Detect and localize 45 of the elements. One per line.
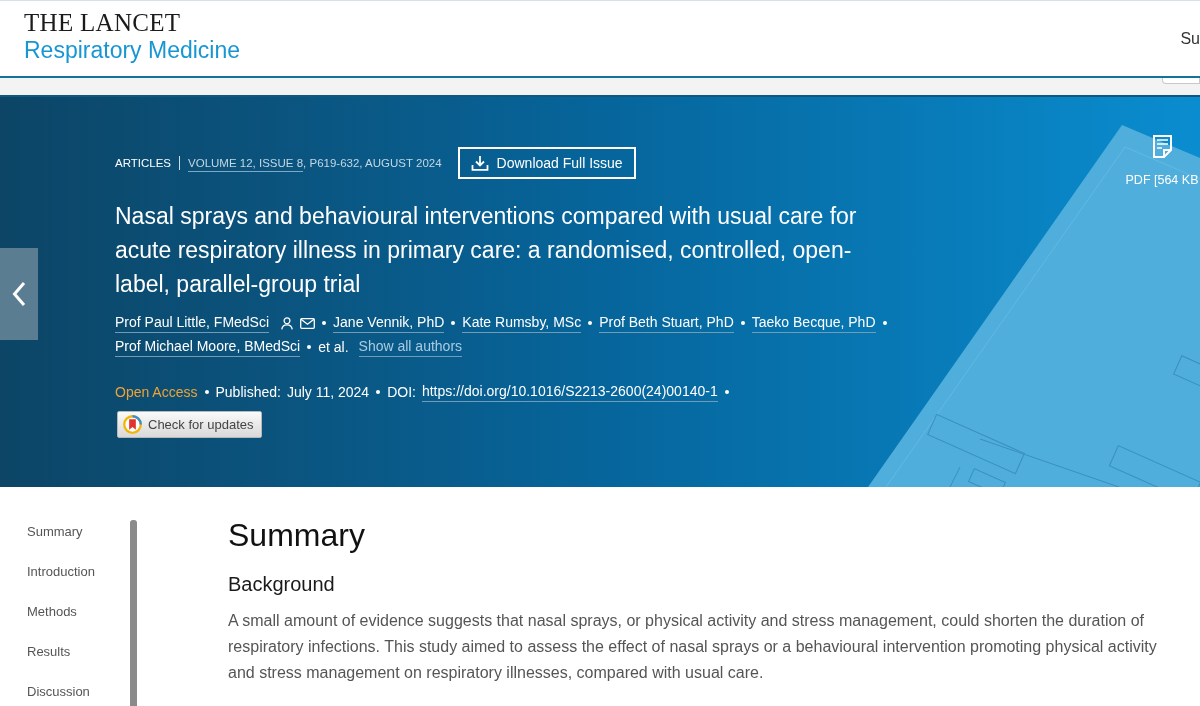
bullet-icon	[204, 390, 209, 394]
doi-label: DOI:	[387, 383, 416, 402]
mail-icon[interactable]	[300, 317, 316, 329]
abstract-paragraph: A small amount of evidence suggests that nasal sprays, or physical activity and stress management, could shorten the duration of respiratory infections. This study aimed to assess the effect of nasal sprays or a behavioural intervention promoting physical activity and stress management on respiratory illnesses, compared with usual care.	[228, 611, 1158, 683]
bookmark-badge-icon	[123, 415, 142, 434]
bullet-icon	[724, 390, 729, 394]
section-nav-item[interactable]: Methods	[27, 602, 77, 622]
author-link[interactable]: Prof Beth Stuart, PhD	[599, 313, 734, 333]
bullet-icon	[451, 321, 456, 325]
section-nav-item[interactable]: Introduction	[27, 562, 95, 582]
bullet-icon	[882, 321, 887, 325]
show-all-authors-link[interactable]: Show all authors	[358, 337, 463, 357]
author-link[interactable]: Kate Rumsby, MSc	[462, 313, 582, 333]
person-icon[interactable]	[281, 316, 294, 330]
section-nav-item[interactable]: Results	[27, 642, 71, 662]
file-icon	[1152, 135, 1172, 158]
download-icon	[470, 155, 489, 171]
section-nav-item[interactable]: Discussion	[27, 682, 90, 702]
author-link[interactable]: Jane Vennik, PhD	[333, 313, 445, 333]
chevron-left-icon	[12, 281, 26, 307]
previous-slide-button[interactable]	[0, 248, 38, 340]
issue-details: , P619-632, AUGUST 2024	[303, 156, 442, 171]
published-label: Published:	[215, 383, 281, 402]
logo-title: THE LANCET	[24, 10, 181, 36]
published-date: July 11, 2024	[286, 383, 370, 402]
bullet-icon	[307, 345, 312, 349]
nav-link[interactable]: Su	[1180, 28, 1200, 50]
et-al-text: et al.	[318, 338, 349, 357]
doi-link[interactable]: https://doi.org/10.1016/S2213-2600(24)00140-1	[421, 382, 718, 402]
section-nav-item[interactable]: Summary	[27, 522, 83, 542]
open-access-label: Open Access	[115, 383, 198, 402]
logo-subtitle: Respiratory Medicine	[24, 36, 241, 64]
article-type-label: ARTICLES	[115, 156, 172, 171]
author-link[interactable]: Prof Michael Moore, BMedSci	[115, 337, 301, 357]
author-link[interactable]: Prof Paul Little, FMedSci	[115, 313, 270, 333]
check-for-updates-button[interactable]: Check for updates	[117, 411, 262, 438]
bullet-icon	[740, 321, 745, 325]
article-title: Nasal sprays and behavioural interventions compared with usual care for acute respiratory illness in primary care: a randomised, controlled, open-label, parallel-group trial	[115, 202, 858, 299]
author-link[interactable]: Taeko Becque, PhD	[751, 313, 876, 333]
subsection-heading: Background	[228, 572, 335, 597]
bullet-icon	[588, 321, 593, 325]
bullet-icon	[376, 390, 381, 394]
download-full-issue-button[interactable]: Download Full Issue	[457, 147, 636, 179]
bullet-icon	[322, 321, 327, 325]
section-heading: Summary	[228, 516, 365, 555]
